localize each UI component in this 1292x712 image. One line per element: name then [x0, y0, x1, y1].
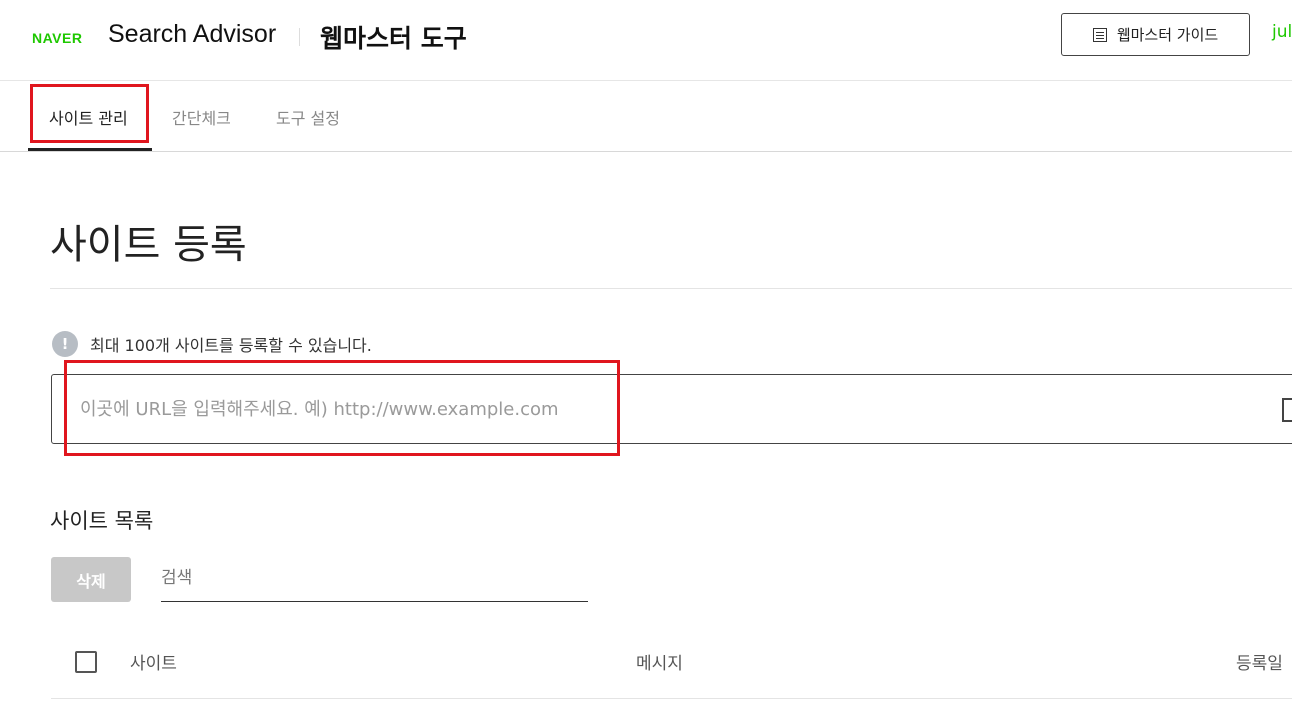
title-divider — [50, 288, 1292, 289]
select-all-checkbox[interactable] — [75, 651, 97, 673]
tab-quick-check[interactable]: 간단체크 — [172, 105, 231, 129]
column-header-site[interactable]: 사이트 — [130, 649, 177, 674]
naver-logo[interactable]: NAVER — [32, 30, 82, 46]
active-tab-indicator — [28, 148, 152, 151]
document-list-icon — [1092, 27, 1107, 42]
search-input[interactable] — [161, 565, 581, 591]
product-name[interactable]: Search Advisor — [108, 20, 276, 49]
tab-bar: 사이트 관리 간단체크 도구 설정 — [0, 81, 1292, 152]
add-site-icon[interactable] — [1282, 398, 1292, 422]
tab-tool-settings[interactable]: 도구 설정 — [276, 105, 340, 129]
user-account-link[interactable]: jul — [1272, 22, 1292, 42]
column-header-registered-date[interactable]: 등록일 — [1236, 649, 1283, 674]
webmaster-guide-label: 웹마스터 가이드 — [1116, 26, 1219, 44]
search-field — [161, 557, 588, 602]
page-title: 사이트 등록 — [50, 222, 247, 268]
info-text: 최대 100개 사이트를 등록할 수 있습니다. — [90, 336, 372, 355]
site-list-title: 사이트 목록 — [50, 509, 154, 533]
webmaster-guide-button[interactable]: 웹마스터 가이드 — [1061, 13, 1250, 56]
delete-button[interactable]: 삭제 — [51, 557, 131, 602]
tab-site-management[interactable]: 사이트 관리 — [49, 105, 128, 129]
url-input-box — [51, 374, 1292, 444]
url-input[interactable] — [80, 395, 1180, 423]
table-header: 사이트 메시지 등록일 — [51, 624, 1292, 699]
product-subtitle: 웹마스터 도구 — [320, 24, 467, 53]
header: NAVER Search Advisor 웹마스터 도구 웹마스터 가이드 ju… — [0, 0, 1292, 81]
info-icon: ! — [52, 331, 78, 357]
column-header-message[interactable]: 메시지 — [636, 649, 683, 674]
header-divider — [299, 28, 300, 46]
